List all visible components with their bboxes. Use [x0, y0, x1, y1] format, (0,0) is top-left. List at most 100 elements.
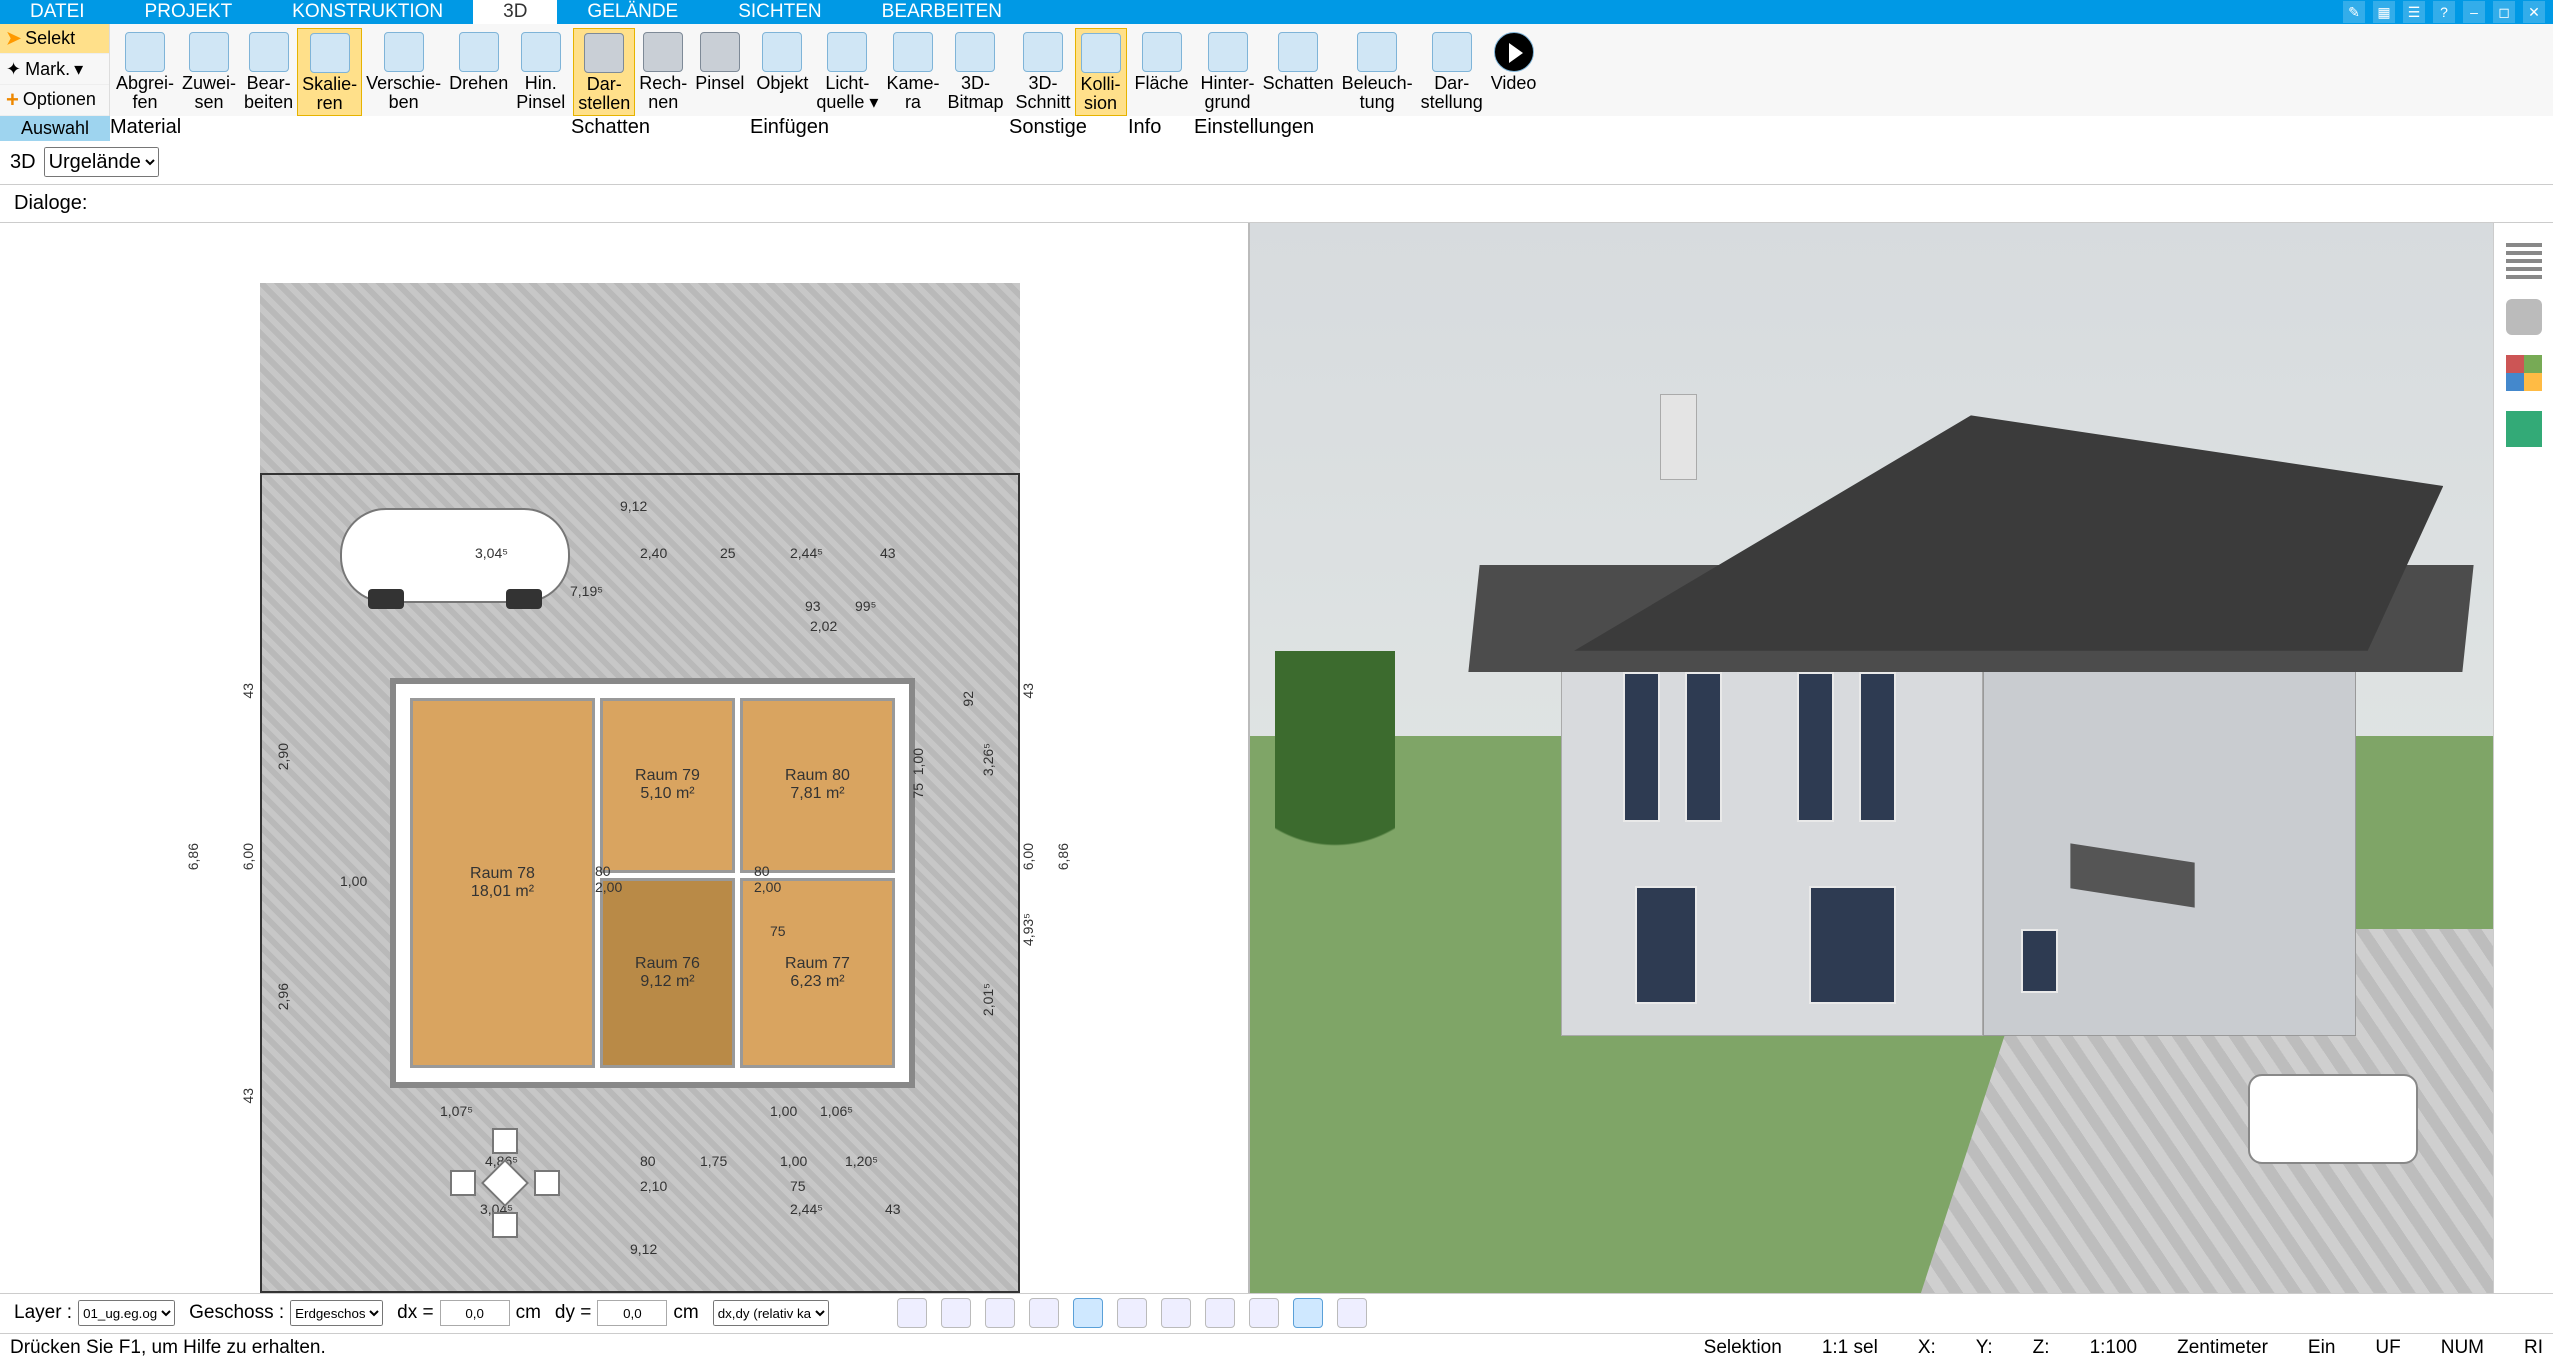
- dim: 2,44⁵: [790, 545, 823, 561]
- ribbon-btn-icon: [1208, 32, 1248, 72]
- room-raum80[interactable]: Raum 807,81 m²: [740, 698, 895, 873]
- plants-icon[interactable]: [2506, 411, 2542, 447]
- plan-2d-pane[interactable]: Raum 7818,01 m²Raum 795,10 m²Raum 769,12…: [0, 223, 1250, 1293]
- layers-icon[interactable]: [2506, 243, 2542, 279]
- ribbon-objekt-button[interactable]: Objekt: [752, 28, 812, 114]
- ribbon-dar-button[interactable]: Dar-stellung: [1417, 28, 1487, 114]
- ribbon-pinsel-button[interactable]: Pinsel: [691, 28, 748, 116]
- ribbon-kame-button[interactable]: Kame-ra: [882, 28, 943, 114]
- roof-3d: [1499, 415, 2444, 650]
- minimize-icon[interactable]: –: [2463, 1, 2485, 23]
- ribbon-video-button[interactable]: Video: [1487, 28, 1541, 114]
- group-label-schatten: Schatten: [571, 116, 750, 141]
- room-raum78[interactable]: Raum 7818,01 m²: [410, 698, 595, 1068]
- ribbon-zuwei-button[interactable]: Zuwei-sen: [178, 28, 240, 116]
- car-top-icon: [340, 508, 570, 603]
- ribbon-bear-button[interactable]: Bear-beiten: [240, 28, 297, 116]
- group-label-einfügen: Einfügen: [750, 116, 1009, 141]
- tab-datei[interactable]: DATEI: [0, 0, 115, 24]
- tool-clock-icon[interactable]: [897, 1298, 927, 1328]
- view-bar: 3D Urgelände: [0, 141, 2553, 185]
- ribbon-btn-icon: [310, 33, 350, 73]
- room-raum77[interactable]: Raum 776,23 m²: [740, 878, 895, 1068]
- ribbon-verschie-button[interactable]: Verschie-ben: [362, 28, 445, 116]
- maximize-icon[interactable]: ◻: [2493, 1, 2515, 23]
- close-icon[interactable]: ✕: [2523, 1, 2545, 23]
- room-raum76[interactable]: Raum 769,12 m²: [600, 878, 735, 1068]
- ribbon-licht-button[interactable]: Licht-quelle ▾: [812, 28, 882, 114]
- dim: 1,00: [910, 748, 926, 775]
- ribbon-skalie-button[interactable]: Skalie-ren: [297, 28, 362, 116]
- help-hint: Drücken Sie F1, um Hilfe zu erhalten.: [10, 1337, 326, 1359]
- ribbon-abgrei-button[interactable]: Abgrei-fen: [112, 28, 178, 116]
- optionen-button[interactable]: +Optionen: [0, 85, 109, 116]
- ribbon-btn-icon: [584, 33, 624, 73]
- ribbon-rech-button[interactable]: Rech-nen: [635, 28, 691, 116]
- tool-north-icon[interactable]: [1293, 1298, 1323, 1328]
- ribbon-d-button[interactable]: 3D-Bitmap: [943, 28, 1007, 114]
- dim: 4,93⁵: [1020, 913, 1036, 946]
- dim: 1,75: [700, 1153, 727, 1169]
- tool-info-icon[interactable]: [1337, 1298, 1367, 1328]
- ribbon-d-button[interactable]: 3D-Schnitt: [1011, 28, 1074, 116]
- tool-camera-icon[interactable]: [985, 1298, 1015, 1328]
- ribbon-kolli-button[interactable]: Kolli-sion: [1075, 28, 1127, 116]
- dx-input[interactable]: [440, 1300, 510, 1326]
- ribbon-dar-button[interactable]: Dar-stellen: [573, 28, 635, 116]
- room-raum79[interactable]: Raum 795,10 m²: [600, 698, 735, 873]
- tool-grid-icon[interactable]: [1249, 1298, 1279, 1328]
- ribbon-btn-icon: [189, 32, 229, 72]
- ribbon-btn-icon: [384, 32, 424, 72]
- dim: 2,00: [595, 879, 622, 895]
- tab-gelaende[interactable]: GELÄNDE: [557, 0, 708, 24]
- ribbon-hin-button[interactable]: Hin.Pinsel: [512, 28, 569, 116]
- selekt-button[interactable]: ➤Selekt: [0, 24, 109, 54]
- ribbon-hinter-button[interactable]: Hinter-grund: [1197, 28, 1259, 114]
- materials-icon[interactable]: [2506, 355, 2542, 391]
- ribbon-schatten-button[interactable]: Schatten: [1259, 28, 1338, 114]
- tool-shade-icon[interactable]: [1029, 1298, 1059, 1328]
- dy-input[interactable]: [597, 1300, 667, 1326]
- tab-3d[interactable]: 3D: [473, 0, 557, 24]
- ribbon-beleuch-button[interactable]: Beleuch-tung: [1338, 28, 1417, 114]
- tool-stack-icon[interactable]: [1117, 1298, 1147, 1328]
- view-3d-pane[interactable]: [1250, 223, 2493, 1293]
- tool-diag-icon[interactable]: [1073, 1298, 1103, 1328]
- layer-dropdown[interactable]: 01_ug.eg.og: [78, 1300, 175, 1326]
- layer-select[interactable]: Urgelände: [44, 147, 159, 177]
- status-ratio: 1:1 sel: [1822, 1337, 1878, 1359]
- tool2-icon[interactable]: ▦: [2373, 1, 2395, 23]
- dim: 2,90: [275, 743, 291, 770]
- tab-bearbeiten[interactable]: BEARBEITEN: [852, 0, 1032, 24]
- coord-mode-dropdown[interactable]: dx,dy (relativ ka: [713, 1300, 829, 1326]
- window-3d: [2021, 929, 2058, 993]
- tab-konstruktion[interactable]: KONSTRUKTION: [262, 0, 473, 24]
- dx-label: dx =: [397, 1302, 433, 1324]
- group-label-einstellungen: Einstellungen: [1194, 116, 1542, 141]
- patio-set-icon: [450, 1128, 560, 1238]
- ribbon-btn-icon: [1357, 32, 1397, 72]
- dim: 2,44⁵: [790, 1201, 823, 1217]
- right-toolbox: [2493, 223, 2553, 1293]
- dim: 2,40: [640, 545, 667, 561]
- window-3d: [1797, 672, 1834, 822]
- tool1-icon[interactable]: ✎: [2343, 1, 2365, 23]
- tool3-icon[interactable]: ☰: [2403, 1, 2425, 23]
- tool-snap-icon[interactable]: [1205, 1298, 1235, 1328]
- ribbon-flche-button[interactable]: Fläche: [1131, 28, 1193, 95]
- window-3d: [1859, 672, 1896, 822]
- furniture-icon[interactable]: [2506, 299, 2542, 335]
- status-selektion: Selektion: [1704, 1337, 1782, 1359]
- tab-sichten[interactable]: SICHTEN: [708, 0, 851, 24]
- tab-projekt[interactable]: PROJEKT: [115, 0, 263, 24]
- ribbon-drehen-button[interactable]: Drehen: [445, 28, 512, 116]
- tool-sun-icon[interactable]: [941, 1298, 971, 1328]
- geschoss-dropdown[interactable]: Erdgeschos: [290, 1300, 383, 1326]
- aux-panel: ➤Selekt ✦Mark.▾ +Optionen: [0, 24, 110, 116]
- mark-button[interactable]: ✦Mark.▾: [0, 54, 109, 84]
- ribbon-btn-icon: [1432, 32, 1472, 72]
- dim: 2,00: [754, 879, 781, 895]
- tool-ground-icon[interactable]: [1161, 1298, 1191, 1328]
- dim: 2,96: [275, 983, 291, 1010]
- help-icon[interactable]: ?: [2433, 1, 2455, 23]
